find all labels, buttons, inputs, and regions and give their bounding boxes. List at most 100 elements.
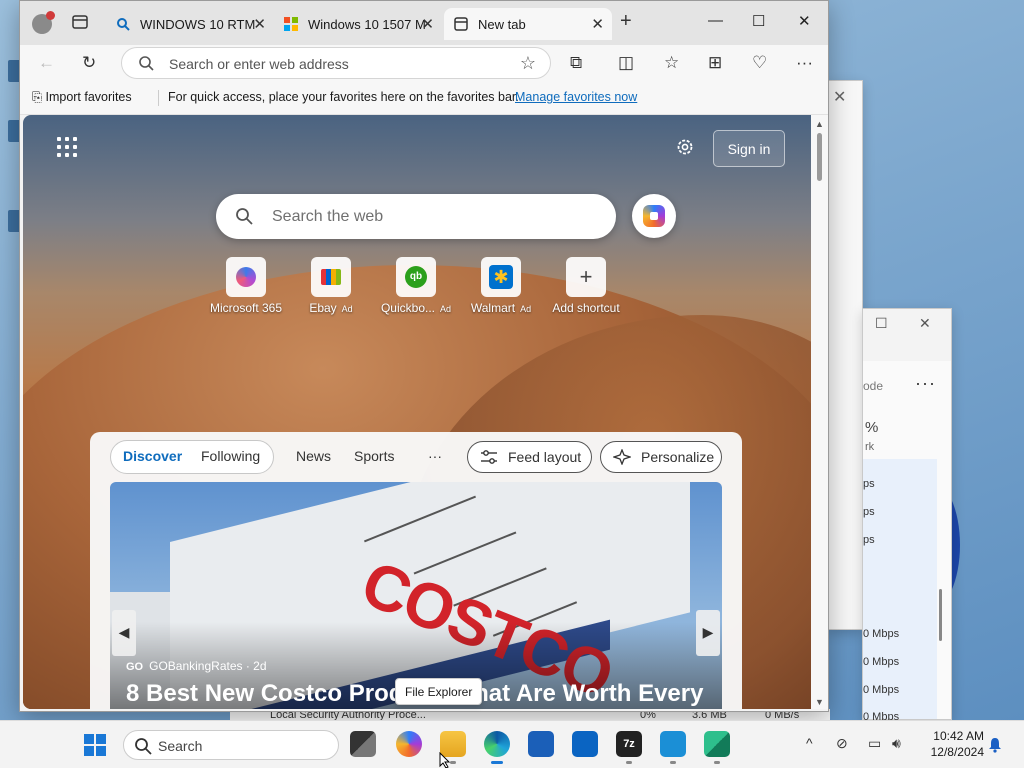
web-search-box[interactable]: Search the web xyxy=(216,194,616,239)
source-logo: GO xyxy=(126,661,144,673)
start-button[interactable] xyxy=(84,734,106,756)
ebay-icon xyxy=(311,257,351,297)
refresh-button[interactable]: ↻ xyxy=(82,53,96,73)
edge-icon[interactable] xyxy=(484,731,510,764)
shortcut-ebay[interactable]: Ebay Ad xyxy=(286,257,376,315)
volume-icon[interactable]: 🔊︎ xyxy=(892,735,901,752)
divider xyxy=(158,90,159,106)
scroll-down-icon[interactable]: ▼ xyxy=(815,697,824,707)
web-search-placeholder: Search the web xyxy=(272,208,384,225)
device-icon[interactable]: ▭ xyxy=(868,735,881,752)
title-bar: ☐ ✕ xyxy=(863,309,951,361)
edge-window[interactable]: WINDOWS 10 RTM ✕ Windows 10 1507 M ✕ New… xyxy=(19,0,829,712)
close-icon[interactable]: ✕ xyxy=(421,15,434,33)
close-icon[interactable]: ✕ xyxy=(253,15,266,33)
new-tab-icon xyxy=(454,17,468,31)
new-tab-page: Sign in Search the web Microsoft 365 Eba… xyxy=(23,115,811,709)
close-icon[interactable]: ✕ xyxy=(591,15,604,33)
favorites-message: For quick access, place your favorites h… xyxy=(168,90,519,104)
new-tab-button[interactable]: + xyxy=(620,10,632,33)
task-manager-window[interactable]: ☐ ✕ ode ··· % rk ps ps ps 0 Mbps 0 Mbps … xyxy=(862,308,952,723)
add-shortcut-button[interactable]: + Add shortcut xyxy=(541,257,631,315)
taskbar-search-label: Search xyxy=(158,738,203,754)
shortcut-label: Microsoft 365 xyxy=(209,301,283,315)
clock[interactable]: 10:42 AM 12/8/2024 xyxy=(924,728,984,760)
extensions-button[interactable]: ⧉ xyxy=(570,53,582,73)
sign-in-button[interactable]: Sign in xyxy=(713,130,785,167)
shortcut-label: Walmart xyxy=(470,301,516,315)
tab-sports[interactable]: Sports xyxy=(354,448,394,464)
copilot-icon xyxy=(643,205,665,227)
news-card[interactable]: COSTCO ◀ ▶ GOGOBankingRates · 2d 8 Best … xyxy=(110,482,722,709)
sparkle-icon xyxy=(613,449,631,465)
settings-and-more-button[interactable]: ··· xyxy=(796,53,813,73)
collections-button[interactable]: ⊞ xyxy=(708,53,722,73)
maximize-button[interactable]: ☐ xyxy=(752,12,765,30)
more-icon[interactable]: ··· xyxy=(915,373,936,394)
tab-windows-10-1507[interactable]: Windows 10 1507 M ✕ xyxy=(274,8,442,40)
sliders-icon xyxy=(481,450,497,464)
import-icon: ⎘ xyxy=(32,90,46,104)
taskbar-search[interactable]: Search xyxy=(123,730,339,760)
manage-favorites-link[interactable]: Manage favorites now xyxy=(515,90,637,104)
ad-badge: Ad xyxy=(520,304,532,314)
shortcut-quickbooks[interactable]: qb Quickbo... Ad xyxy=(371,257,461,315)
close-icon[interactable]: ✕ xyxy=(833,87,846,107)
favorite-star-icon[interactable]: ☆ xyxy=(520,53,536,74)
scroll-thumb[interactable] xyxy=(817,133,822,181)
tab-actions-icon[interactable] xyxy=(72,14,88,30)
import-favorites-button[interactable]: ⎘ Import favorites xyxy=(32,90,132,105)
tab-label: WINDOWS 10 RTM xyxy=(140,17,256,32)
address-bar[interactable]: Search or enter web address ☆ xyxy=(121,47,551,79)
split-screen-button[interactable]: ◫ xyxy=(618,53,634,73)
close-icon[interactable]: ✕ xyxy=(919,315,931,332)
favorites-button[interactable]: ☆ xyxy=(664,53,679,73)
ad-badge: Ad xyxy=(341,304,353,314)
tab-new-tab[interactable]: New tab ✕ xyxy=(444,8,612,40)
7zip-icon[interactable]: 7z xyxy=(616,731,642,764)
carousel-next-button[interactable]: ▶ xyxy=(696,610,720,656)
network-percent: % xyxy=(865,419,879,436)
chevron-up-icon[interactable]: ^ xyxy=(806,735,813,751)
shortcut-walmart[interactable]: ✱ Walmart Ad xyxy=(456,257,546,315)
tab-discover[interactable]: Discover xyxy=(123,448,182,464)
search-icon xyxy=(236,208,253,225)
background-window[interactable]: ✕ xyxy=(828,80,863,630)
tab-windows-10-rtm[interactable]: WINDOWS 10 RTM ✕ xyxy=(106,8,274,40)
copilot-button[interactable] xyxy=(632,194,676,238)
network-cell: ps xyxy=(863,506,875,518)
browser-essentials-button[interactable]: ♡ xyxy=(752,53,767,73)
page-scrollbar[interactable]: ▲ ▼ xyxy=(811,115,828,709)
more-tabs-button[interactable]: ··· xyxy=(428,448,442,464)
maximize-icon[interactable]: ☐ xyxy=(875,315,888,332)
toolbar: ← ↻ Search or enter web address ☆ ⧉ ◫ ☆ … xyxy=(20,45,828,81)
network-icon[interactable]: ⊘ xyxy=(836,735,848,752)
minimize-button[interactable]: — xyxy=(708,12,723,29)
outlook-icon[interactable] xyxy=(572,731,598,757)
plus-icon: + xyxy=(566,257,606,297)
tab-label: Windows 10 1507 M xyxy=(308,17,426,32)
profile-icon[interactable] xyxy=(32,11,55,34)
carousel-prev-button[interactable]: ◀ xyxy=(112,610,136,656)
microsoft-logo-icon xyxy=(284,17,298,31)
feed-layout-button[interactable]: Feed layout xyxy=(467,441,592,473)
app-launcher-icon[interactable] xyxy=(57,137,77,157)
monitor-app-icon[interactable] xyxy=(660,731,686,764)
scrollbar[interactable] xyxy=(939,589,942,641)
gear-icon[interactable] xyxy=(675,137,695,157)
copilot-icon[interactable] xyxy=(396,731,422,757)
shortcut-microsoft-365[interactable]: Microsoft 365 xyxy=(201,257,291,315)
tab-following[interactable]: Following xyxy=(201,448,260,464)
scroll-up-icon[interactable]: ▲ xyxy=(815,119,824,129)
close-button[interactable]: ✕ xyxy=(798,12,811,30)
task-view-icon[interactable] xyxy=(350,731,376,757)
task-manager-icon[interactable] xyxy=(704,731,730,764)
store-icon[interactable] xyxy=(528,731,554,757)
shortcut-label: Quickbo... xyxy=(380,301,435,315)
tab-news[interactable]: News xyxy=(296,448,331,464)
back-button[interactable]: ← xyxy=(38,53,55,73)
import-favorites-label: Import favorites xyxy=(45,90,132,104)
source-label: GOBankingRates · 2d xyxy=(149,659,267,673)
notification-bell-icon[interactable] xyxy=(988,737,1002,753)
personalize-button[interactable]: Personalize xyxy=(600,441,722,473)
